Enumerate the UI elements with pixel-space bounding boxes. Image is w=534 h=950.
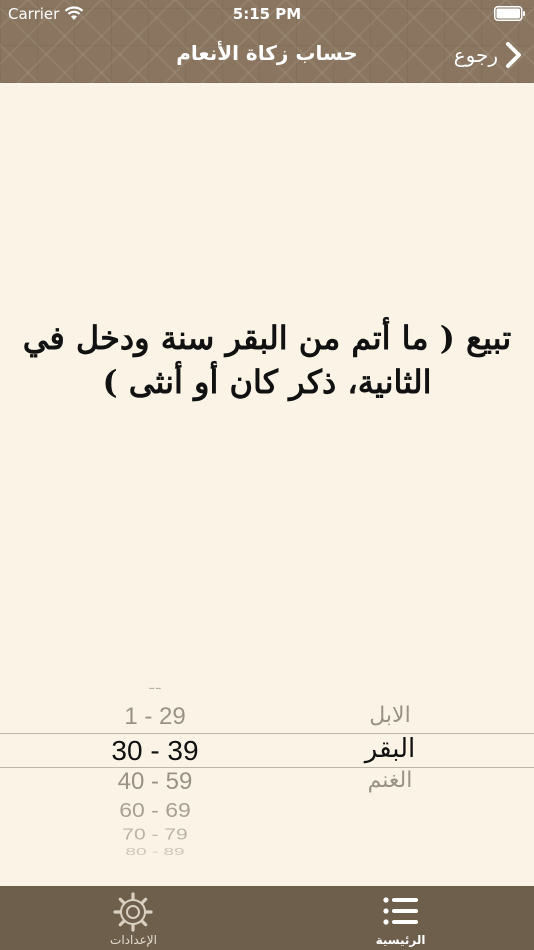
tab-bar: الإعدادات الرئيسية [0,886,534,950]
battery-icon [494,6,525,21]
tab-home-label: الرئيسية [375,933,426,947]
animal-option[interactable]: الغنم [290,768,490,793]
page-title: حساب زكاة الأنعام [176,41,358,65]
navigation-header: Carrier 5:15 PM رجوع حساب زكاة الأنعام [0,0,534,83]
range-option[interactable]: 40 - 59 [60,768,250,796]
range-option[interactable]: 60 - 69 [60,798,250,822]
list-icon [383,897,418,925]
range-option[interactable]: 80 - 89 [60,846,250,858]
animal-option-selected[interactable]: البقر [290,734,490,764]
tab-settings-label: الإعدادات [110,933,157,947]
range-option[interactable]: 70 - 79 [60,826,250,844]
range-option[interactable]: -- [60,680,250,697]
status-time: 5:15 PM [232,5,302,23]
range-option[interactable]: 1 - 29 [60,703,250,731]
picker-wheel[interactable]: -- 1 - 29 30 - 39 40 - 59 60 - 69 70 - 7… [0,675,534,860]
zakat-result-text: تبيع ( ما أتم من البقر سنة ودخل في الثان… [22,319,512,401]
gear-icon [113,892,153,932]
range-option-selected[interactable]: 30 - 39 [60,735,250,767]
tab-settings[interactable]: الإعدادات [0,886,267,950]
status-bar: Carrier 5:15 PM [0,0,534,28]
animal-option[interactable]: الابل [290,703,490,728]
tab-home[interactable]: الرئيسية [267,886,534,950]
